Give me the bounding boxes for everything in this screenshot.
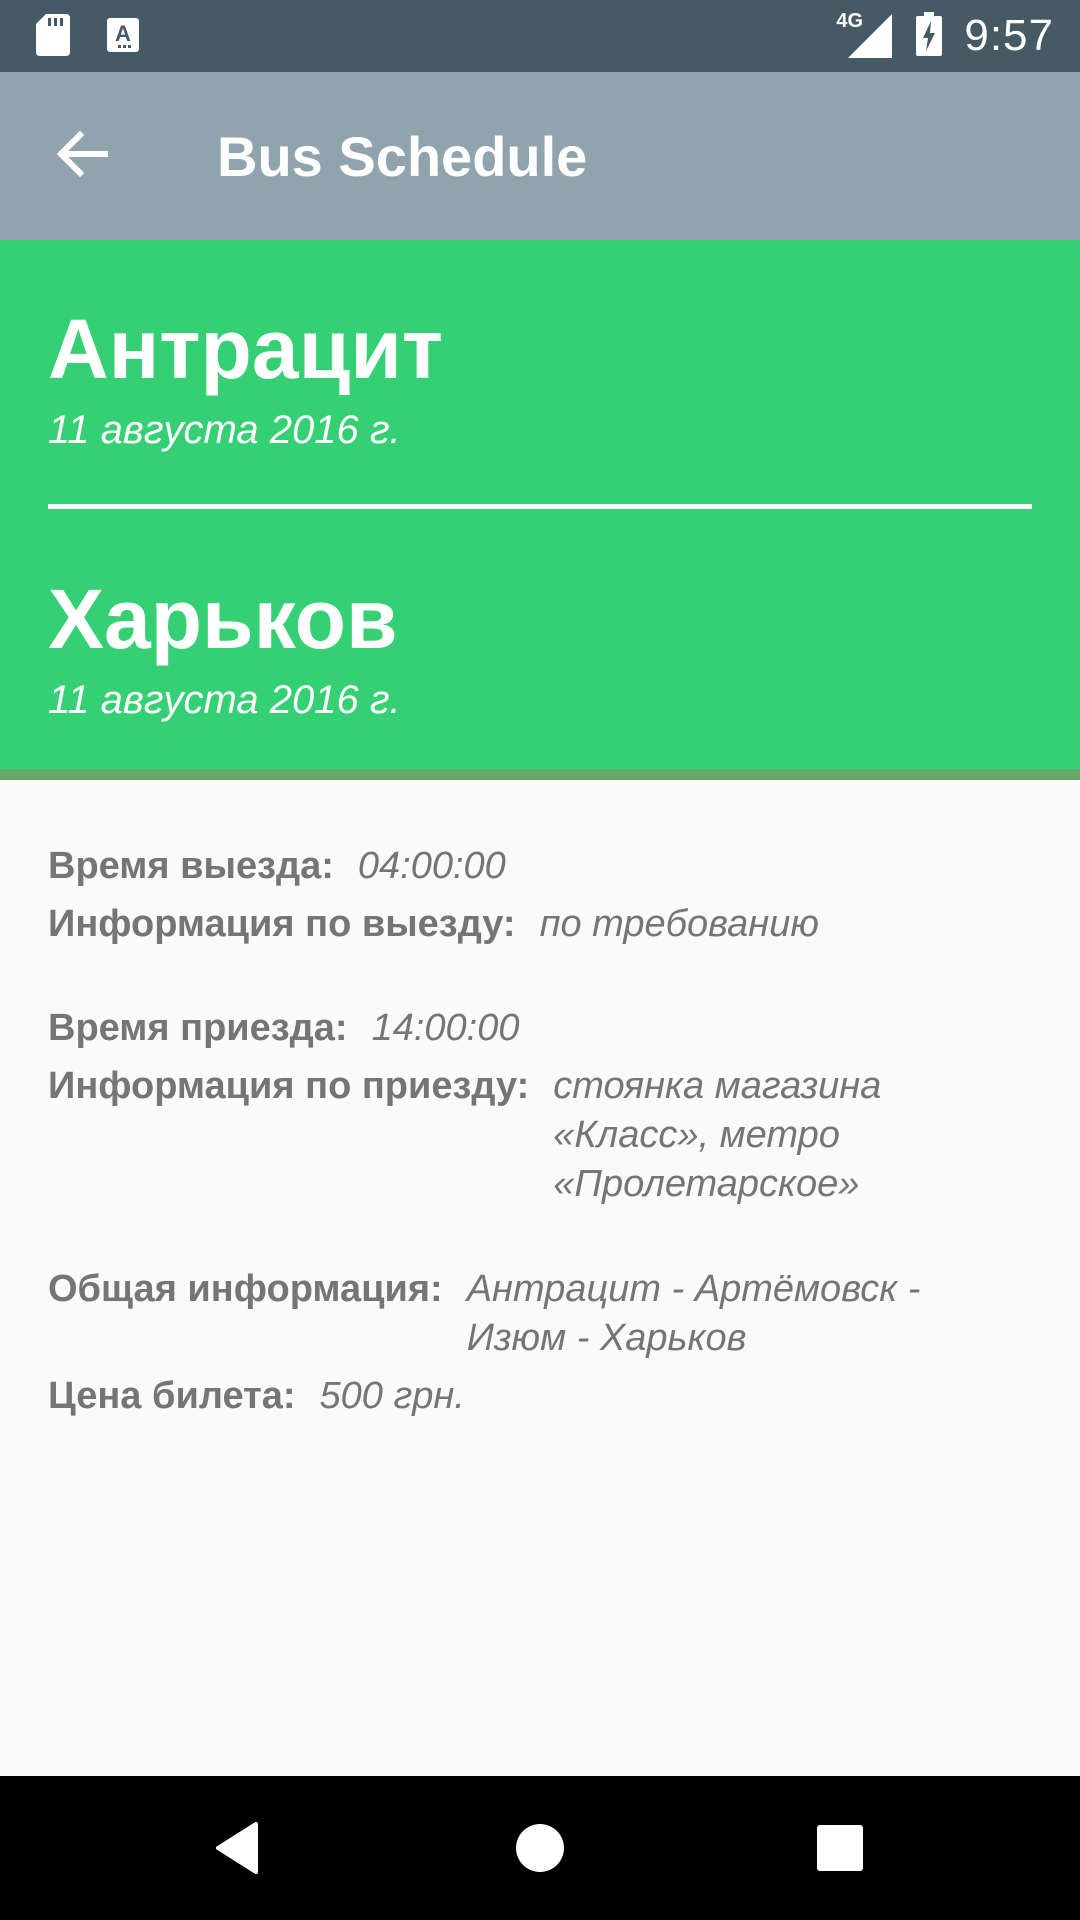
arrival-time-label: Время приезда:: [48, 1007, 348, 1049]
arrival-time-row: Время приезда: 14:00:00: [48, 1004, 973, 1053]
arrival-info-block: Время приезда: 14:00:00 Информация по пр…: [48, 1004, 973, 1209]
general-info-label: Общая информация:: [48, 1268, 443, 1310]
departure-info-label: Информация по выезду:: [48, 903, 516, 945]
departure-info-block: Время выезда: 04:00:00 Информация по вые…: [48, 842, 819, 949]
battery-charging-icon: [916, 11, 943, 61]
price-row: Цена билета: 500 грн.: [48, 1372, 947, 1421]
departure-time-row: Время выезда: 04:00:00: [48, 842, 819, 891]
back-button[interactable]: [46, 120, 118, 192]
nav-recents-icon: [810, 1825, 870, 1882]
page-title: Bus Schedule: [217, 125, 588, 188]
general-info-row: Общая информация: Антрацит - Артёмовск -…: [48, 1265, 947, 1363]
text-a-icon: A: [106, 17, 140, 58]
origin-city: Антрацит: [48, 302, 443, 396]
departure-time-value: 04:00:00: [357, 845, 506, 887]
general-info-block: Общая информация: Антрацит - Артёмовск -…: [48, 1265, 947, 1421]
status-time: 9:57: [964, 11, 1054, 60]
price-label: Цена билета:: [48, 1375, 296, 1417]
nav-back-button[interactable]: [210, 1818, 270, 1878]
arrival-info-label: Информация по приезду:: [48, 1065, 530, 1107]
general-info-value: Антрацит - Артёмовск - Изюм - Харьков: [466, 1268, 921, 1359]
destination-city: Харьков: [48, 572, 398, 666]
departure-info-row: Информация по выезду: по требованию: [48, 900, 819, 949]
nav-home-icon: [510, 1824, 570, 1882]
arrow-back-icon: [56, 130, 109, 182]
departure-time-label: Время выезда:: [48, 845, 334, 887]
route-header: Антрацит 11 августа 2016 г. Харьков 11 а…: [0, 240, 1080, 780]
arrival-info-row: Информация по приезду: стоянка магазина …: [48, 1062, 973, 1209]
sd-card-icon: [36, 14, 70, 61]
destination-date: 11 августа 2016 г.: [48, 678, 401, 722]
arrival-time-value: 14:00:00: [371, 1007, 520, 1049]
origin-date: 11 августа 2016 г.: [48, 408, 401, 452]
departure-info-value: по требованию: [539, 903, 819, 945]
signal-icon: 4G: [836, 10, 894, 60]
route-divider: [48, 504, 1032, 509]
nav-back-icon: [210, 1822, 270, 1882]
nav-recents-button[interactable]: [810, 1818, 870, 1878]
navigation-bar: [0, 1776, 1080, 1920]
arrival-info-value: стоянка магазина «Класс», метро «Пролета…: [553, 1065, 882, 1205]
app-bar: Bus Schedule: [0, 72, 1080, 240]
price-value: 500 грн.: [319, 1375, 465, 1417]
nav-home-button[interactable]: [510, 1818, 570, 1878]
svg-text:A: A: [115, 21, 131, 46]
status-bar: A 4G 9:57: [0, 0, 1080, 72]
